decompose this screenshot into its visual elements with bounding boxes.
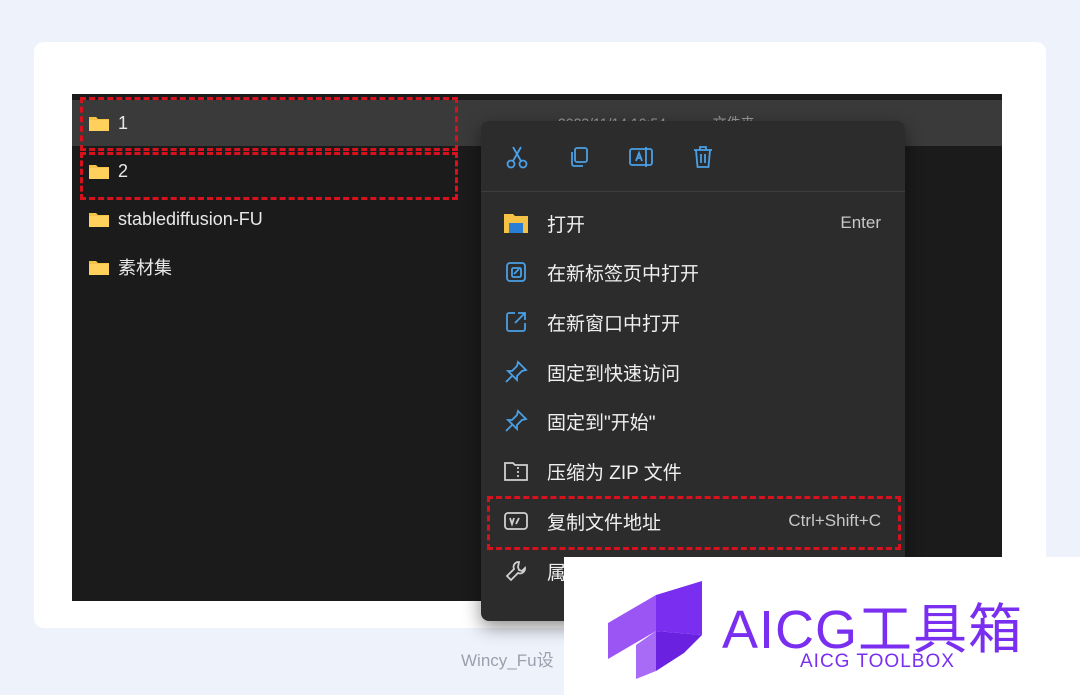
menu-item-shortcut: Enter [840,213,881,232]
brand-watermark: AICG工具箱 AICG TOOLBOX [564,557,1080,695]
new-window-icon [503,309,529,335]
rename-icon[interactable] [625,141,657,173]
highlight-box-copy-path [487,496,901,550]
menu-item-open-new-tab[interactable]: 在新标签页中打开 [481,248,905,296]
menu-item-label: 压缩为 ZIP 文件 [547,462,682,484]
delete-icon[interactable] [687,141,719,173]
highlight-box-row-2 [80,152,458,200]
highlight-box-row-1 [80,97,458,151]
menu-item-label: 在新窗口中打开 [547,313,681,335]
folder-icon [88,258,110,276]
menu-item-label: 打开 [547,214,586,236]
menu-item-open[interactable]: 打开 Enter [481,199,905,247]
file-name: 素材集 [118,258,172,278]
menu-item-open-new-window[interactable]: 在新窗口中打开 [481,298,905,346]
menu-item-pin-start[interactable]: 固定到"开始" [481,397,905,445]
menu-item-label: 固定到"开始" [547,412,656,434]
brand-logo-icon [608,581,702,679]
menu-item-label: 在新标签页中打开 [547,263,700,285]
pin-icon [503,408,529,434]
menu-item-pin-quick-access[interactable]: 固定到快速访问 [481,348,905,396]
context-menu-toolbar [481,121,905,192]
copy-icon[interactable] [563,141,595,173]
brand-subtitle: AICG TOOLBOX [800,651,955,672]
wrench-icon [503,558,529,584]
menu-item-compress-zip[interactable]: 压缩为 ZIP 文件 [481,447,905,495]
menu-item-label: 固定到快速访问 [547,363,681,385]
folder-icon [88,210,110,228]
zip-icon [503,458,529,484]
folder-open-icon [503,210,529,236]
new-tab-icon [503,259,529,285]
author-caption: Wincy_Fu设 [461,651,554,670]
file-name: stablediffusion-FU [118,208,263,229]
pin-icon [503,359,529,385]
cut-icon[interactable] [501,141,533,173]
